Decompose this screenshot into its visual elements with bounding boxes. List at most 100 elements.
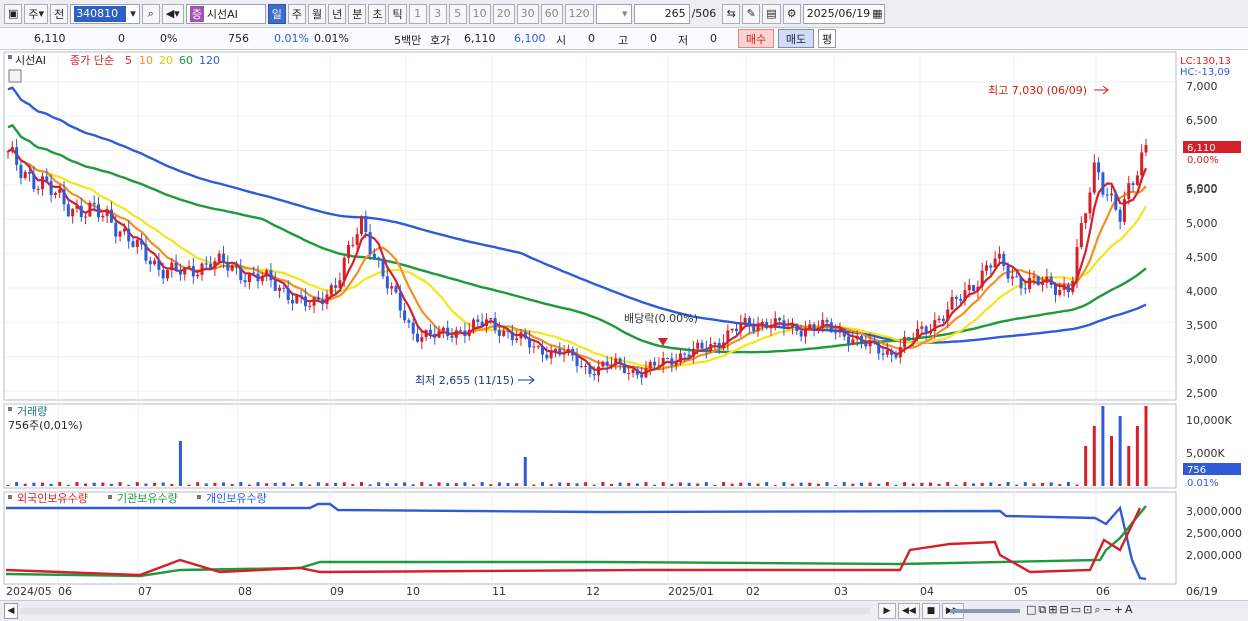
minute-10[interactable]: 10 (468, 3, 491, 24)
layout-icon-4[interactable]: ⊟ (1059, 603, 1068, 617)
interval-select[interactable]: ▾ (595, 3, 632, 24)
volume-bar-76 (334, 483, 338, 486)
link-icon[interactable]: ⇆ (722, 3, 741, 24)
candle-body-125 (545, 354, 549, 359)
candle-body-76 (334, 285, 338, 288)
play-icon[interactable]: ▶ (878, 603, 896, 619)
candle-body-252 (1092, 162, 1096, 193)
stock-chart[interactable]: 시선AI 종가 단순 5 10 20 60 120 LC:130,13 HC:-… (0, 50, 1248, 602)
volume-bar-100 (437, 482, 441, 486)
avg-button[interactable]: 평 (818, 29, 836, 48)
code-input[interactable]: 340810 ▾ (70, 3, 140, 24)
candle-body-78 (342, 257, 346, 281)
ma20-legend: 20 (159, 54, 173, 67)
volume-bar-168 (730, 483, 734, 486)
candle-body-222 (963, 290, 967, 301)
candle-body-234 (1015, 276, 1019, 278)
volume-bar-224 (972, 483, 976, 486)
period-year[interactable]: 년 (328, 3, 347, 24)
minute-120[interactable]: 120 (564, 3, 594, 24)
buy-button[interactable]: 매수 (738, 29, 774, 48)
period-minute[interactable]: 분 (348, 3, 367, 24)
candle-body-241 (1045, 276, 1049, 283)
minute-1[interactable]: 1 (408, 3, 427, 24)
volume-bar-230 (997, 483, 1001, 486)
minute-5[interactable]: 5 (448, 3, 467, 24)
count-input[interactable]: 265 (633, 3, 690, 24)
sell-button[interactable]: 매도 (778, 29, 814, 48)
candle-body-95 (416, 333, 420, 342)
candle-body-250 (1084, 213, 1088, 223)
volume-bar-180 (782, 482, 786, 486)
candle-body-157 (683, 353, 687, 355)
speaker-icon[interactable]: ◀▾ (161, 3, 184, 24)
volume-bar-244 (1058, 484, 1062, 486)
candle-body-106 (463, 330, 467, 336)
gear-icon[interactable]: ⚙ (782, 3, 801, 24)
date-input[interactable]: 2025/06/19 ▦ (802, 3, 885, 24)
period-second[interactable]: 초 (368, 3, 387, 24)
candle-body-41 (183, 267, 187, 275)
layout-icon-1[interactable]: □ (1026, 603, 1036, 617)
scroll-left-button[interactable]: ◀ (4, 603, 18, 619)
candle-body-155 (674, 362, 678, 366)
layout-icon-6[interactable]: ⊡ (1083, 603, 1092, 617)
type-select[interactable]: 주 ▾ (24, 3, 49, 24)
rewind-icon[interactable]: ◀◀ (898, 603, 920, 619)
calendar-icon[interactable] (8, 69, 22, 83)
stop-icon[interactable]: ■ (921, 603, 940, 619)
minute-60[interactable]: 60 (540, 3, 563, 24)
font-icon[interactable]: A (1125, 603, 1133, 617)
volume-bar-110 (480, 482, 484, 486)
volume-value: 756주(0,01%) (8, 419, 83, 432)
prev-button[interactable]: 전 (50, 3, 69, 24)
volume-bar-242 (1049, 482, 1053, 486)
candle-body-181 (786, 327, 790, 329)
minus-icon[interactable]: − (1103, 603, 1112, 617)
volume-bar-14 (66, 484, 70, 486)
volume-bar-160 (696, 483, 700, 486)
period-week[interactable]: 주 (287, 3, 306, 24)
layout-icon-5[interactable]: ▭ (1071, 603, 1081, 617)
period-month[interactable]: 월 (307, 3, 327, 24)
price-tick-3500: 3,500 (1186, 319, 1218, 332)
candle-body-199 (864, 343, 868, 347)
volume-bar-90 (394, 483, 398, 486)
layout-icon-3[interactable]: ⊞ (1048, 603, 1057, 617)
period-day[interactable]: 일 (267, 3, 286, 24)
name-field[interactable]: 증 시선AI (185, 3, 266, 24)
candle-body-206 (894, 354, 898, 358)
candle-body-255 (1105, 194, 1109, 196)
plus-icon[interactable]: + (1114, 603, 1123, 617)
minute-20[interactable]: 20 (492, 3, 515, 24)
price-tick-6500: 6,500 (1186, 114, 1218, 127)
volume-bar-68 (299, 482, 303, 486)
volume-bar-240 (1041, 482, 1045, 486)
volume-bar-210 (911, 483, 915, 486)
zoom-icon[interactable]: ⌕ (1094, 603, 1100, 617)
minute-3[interactable]: 3 (428, 3, 447, 24)
draw-icon[interactable]: ✎ (742, 3, 761, 24)
search-icon[interactable]: ⌕ (141, 3, 160, 24)
candle-body-213 (924, 326, 928, 334)
candle-body-171 (743, 317, 747, 323)
save-icon[interactable]: ▤ (762, 3, 781, 24)
candle-body-174 (756, 324, 760, 332)
volume-bar-234 (1015, 484, 1019, 486)
zoom-slider[interactable] (950, 609, 1020, 613)
candle-body-208 (903, 337, 907, 348)
window-icon[interactable]: ▣ (4, 3, 23, 24)
candle-body-9 (45, 176, 49, 182)
x-label-12: 12 (586, 585, 600, 598)
candle-body-262 (1135, 175, 1139, 185)
candle-body-8 (40, 176, 44, 189)
volume-bar-208 (903, 482, 907, 486)
candle-body-109 (476, 319, 480, 322)
period-tick[interactable]: 틱 (388, 3, 407, 24)
candle-body-186 (808, 324, 812, 330)
volume-bar-190 (825, 482, 829, 486)
candle-body-30 (135, 239, 139, 247)
minute-30[interactable]: 30 (516, 3, 539, 24)
layout-icon-2[interactable]: ⧉ (1038, 603, 1046, 617)
scrollbar-track[interactable] (20, 608, 870, 614)
